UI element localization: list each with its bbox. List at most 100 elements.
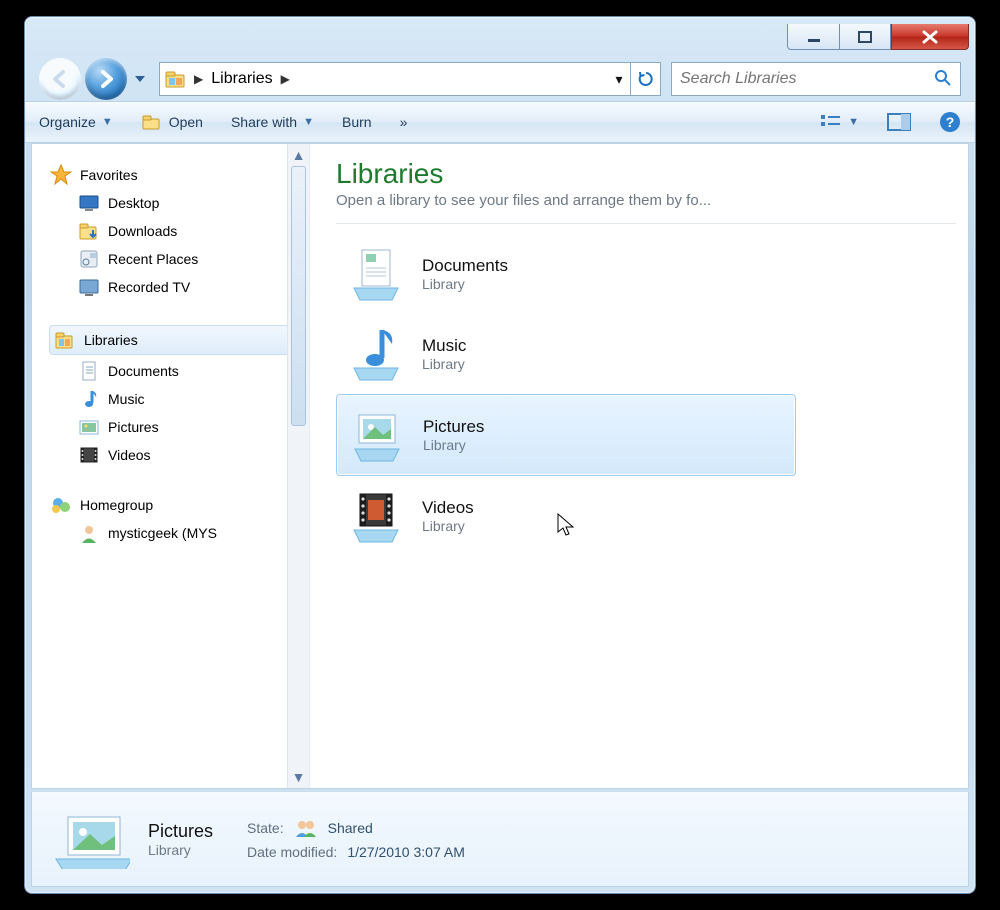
- share-label: Share with: [231, 114, 297, 130]
- search-box[interactable]: [671, 62, 961, 96]
- content-pane: Libraries Open a library to see your fil…: [310, 144, 968, 788]
- sidebar-item-recorded-tv[interactable]: Recorded TV: [78, 276, 309, 298]
- scroll-thumb[interactable]: [291, 166, 306, 426]
- library-item-documents[interactable]: Documents Library: [336, 234, 796, 314]
- breadcrumb-sep2[interactable]: ▶: [275, 72, 296, 86]
- recent-icon: [78, 248, 100, 270]
- sidebar-item-pictures[interactable]: Pictures: [78, 416, 309, 438]
- library-item-videos[interactable]: Videos Library: [336, 476, 796, 556]
- downloads-icon: [78, 220, 100, 242]
- folder-open-icon: [141, 111, 163, 133]
- sidebar-item-label: Music: [108, 391, 145, 407]
- maximize-button[interactable]: [839, 24, 891, 50]
- details-name: Pictures: [148, 821, 213, 842]
- sidebar-item-label: Pictures: [108, 419, 159, 435]
- details-pane: Pictures Library State: Shared Date modi…: [31, 791, 969, 887]
- library-item-pictures[interactable]: Pictures Library: [336, 394, 796, 476]
- address-bar[interactable]: ▶ Libraries ▶ ▾: [159, 62, 661, 96]
- libraries-icon: [54, 329, 76, 351]
- pictures-library-icon: [347, 405, 407, 465]
- state-value: Shared: [328, 820, 373, 836]
- back-button[interactable]: [39, 58, 81, 100]
- videos-icon: [78, 444, 100, 466]
- forward-button[interactable]: [85, 58, 127, 100]
- sidebar-item-label: Recent Places: [108, 251, 198, 267]
- recent-locations-dropdown[interactable]: [131, 68, 149, 90]
- burn-button[interactable]: Burn: [342, 114, 372, 130]
- star-icon: [50, 164, 72, 186]
- organize-label: Organize: [39, 114, 96, 130]
- library-item-music[interactable]: Music Library: [336, 314, 796, 394]
- scroll-down-button[interactable]: ▼: [288, 766, 309, 788]
- favorites-group[interactable]: Favorites: [50, 164, 309, 186]
- homegroup-group[interactable]: Homegroup: [50, 494, 309, 516]
- sidebar-item-user[interactable]: mysticgeek (MYS: [78, 522, 309, 544]
- library-type: Library: [422, 276, 508, 292]
- document-icon: [78, 360, 100, 382]
- share-menu[interactable]: Share with ▼: [231, 114, 314, 130]
- library-name: Documents: [422, 256, 508, 276]
- documents-library-icon: [346, 244, 406, 304]
- refresh-button[interactable]: [630, 63, 660, 95]
- pictures-library-icon: [50, 809, 130, 869]
- scroll-track[interactable]: [288, 166, 309, 766]
- sidebar-item-label: mysticgeek (MYS: [108, 525, 217, 541]
- view-menu[interactable]: ▼: [820, 113, 859, 131]
- close-button[interactable]: [891, 24, 969, 50]
- homegroup-label: Homegroup: [80, 497, 153, 513]
- library-type: Library: [422, 356, 466, 372]
- open-label: Open: [169, 114, 203, 130]
- videos-library-icon: [346, 486, 406, 546]
- sidebar-item-label: Desktop: [108, 195, 159, 211]
- music-library-icon: [346, 324, 406, 384]
- user-icon: [78, 522, 100, 544]
- page-subtitle: Open a library to see your files and arr…: [336, 192, 956, 209]
- sidebar-item-recent[interactable]: Recent Places: [78, 248, 309, 270]
- view-icon: [820, 113, 842, 131]
- libraries-group[interactable]: Libraries: [50, 326, 309, 354]
- search-icon[interactable]: [934, 69, 952, 90]
- music-icon: [78, 388, 100, 410]
- sidebar-item-desktop[interactable]: Desktop: [78, 192, 309, 214]
- burn-label: Burn: [342, 114, 372, 130]
- library-name: Music: [422, 336, 466, 356]
- favorites-label: Favorites: [80, 167, 138, 183]
- help-button[interactable]: ?: [939, 111, 961, 133]
- search-input[interactable]: [680, 70, 934, 88]
- toolbar-overflow[interactable]: »: [400, 114, 408, 130]
- divider: [336, 223, 956, 224]
- toolbar: Organize ▼ Open Share with ▼ Burn » ▼ ?: [25, 101, 975, 143]
- explorer-body: Favorites Desktop Downloads Recent Place…: [31, 143, 969, 789]
- overflow-label: »: [400, 114, 408, 130]
- open-button[interactable]: Open: [141, 111, 203, 133]
- window-frame: ▶ Libraries ▶ ▾ Organize ▼ Open Share wi: [24, 16, 976, 894]
- sidebar-item-downloads[interactable]: Downloads: [78, 220, 309, 242]
- address-dropdown[interactable]: ▾: [608, 71, 630, 88]
- date-modified-label: Date modified:: [247, 844, 337, 860]
- sidebar-item-music[interactable]: Music: [78, 388, 309, 410]
- homegroup-icon: [50, 494, 72, 516]
- sidebar-item-label: Recorded TV: [108, 279, 190, 295]
- preview-pane-icon: [887, 113, 911, 131]
- breadcrumb-location[interactable]: Libraries: [209, 70, 274, 88]
- sidebar-item-videos[interactable]: Videos: [78, 444, 309, 466]
- organize-menu[interactable]: Organize ▼: [39, 114, 113, 130]
- sidebar-item-label: Downloads: [108, 223, 177, 239]
- library-type: Library: [423, 437, 484, 453]
- help-icon: ?: [939, 111, 961, 133]
- titlebar: [25, 17, 975, 57]
- desktop-icon: [78, 192, 100, 214]
- scroll-up-button[interactable]: ▲: [288, 144, 309, 166]
- svg-text:?: ?: [946, 114, 955, 130]
- nav-scrollbar[interactable]: ▲ ▼: [287, 144, 309, 788]
- state-label: State:: [247, 820, 284, 836]
- libraries-label: Libraries: [84, 332, 138, 348]
- sidebar-item-documents[interactable]: Documents: [78, 360, 309, 382]
- navigation-pane: Favorites Desktop Downloads Recent Place…: [32, 144, 310, 788]
- sidebar-item-label: Documents: [108, 363, 179, 379]
- minimize-button[interactable]: [787, 24, 839, 50]
- preview-pane-button[interactable]: [887, 113, 911, 131]
- tv-icon: [78, 276, 100, 298]
- chevron-down-icon: ▼: [848, 116, 859, 128]
- breadcrumb-sep[interactable]: ▶: [188, 72, 209, 86]
